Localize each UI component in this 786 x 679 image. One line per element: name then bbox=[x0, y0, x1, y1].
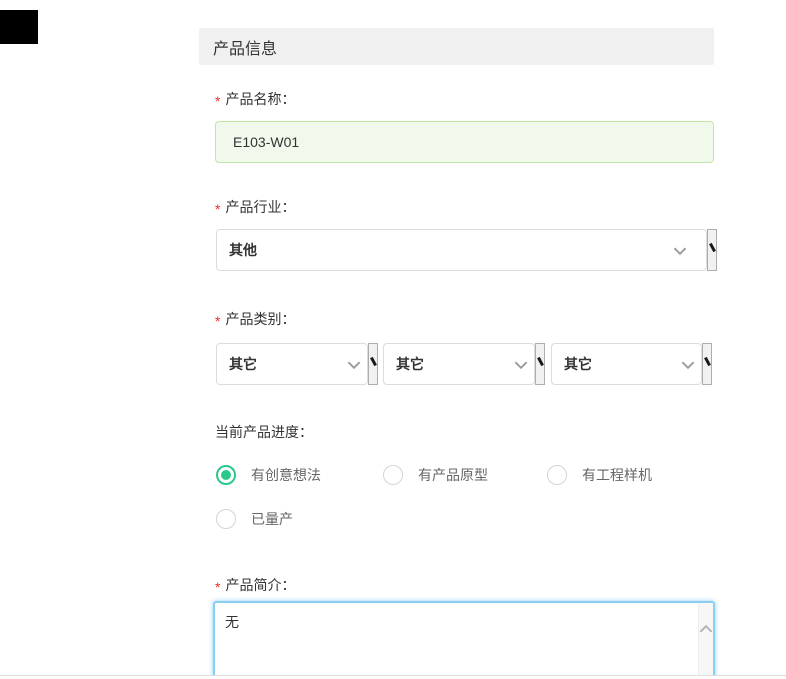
chevron-down-icon bbox=[681, 361, 695, 370]
section-header: 产品信息 bbox=[199, 28, 714, 65]
required-asterisk: * bbox=[215, 201, 221, 217]
radio-label: 有工程样机 bbox=[582, 467, 652, 483]
product-category-label: * 产品类别： bbox=[215, 311, 296, 329]
textarea-scrollbar[interactable] bbox=[698, 603, 713, 679]
chevron-up-icon[interactable] bbox=[697, 620, 715, 638]
product-info-form: 产品信息 * 产品名称： E103-W01 * 产品行业： 其他 * 产品类别：… bbox=[0, 0, 786, 679]
product-industry-value: 其他 bbox=[229, 242, 257, 258]
product-progress-label: 当前产品进度： bbox=[215, 424, 313, 440]
radio-unselected-icon[interactable] bbox=[547, 465, 567, 485]
chevron-down-icon bbox=[673, 247, 687, 256]
category-select-3-value: 其它 bbox=[564, 356, 592, 372]
corner-block bbox=[0, 10, 38, 44]
radio-unselected-icon[interactable] bbox=[216, 509, 236, 529]
radio-label: 有创意想法 bbox=[251, 467, 321, 483]
product-name-value: E103-W01 bbox=[233, 134, 300, 150]
product-intro-label-text: 产品简介： bbox=[225, 577, 296, 593]
category-select-2[interactable]: 其它 bbox=[383, 343, 535, 385]
product-intro-textarea[interactable]: 无 bbox=[213, 601, 715, 679]
product-industry-label: * 产品行业： bbox=[215, 199, 296, 217]
product-name-label-text: 产品名称： bbox=[225, 91, 296, 107]
radio-label: 已量产 bbox=[251, 511, 293, 527]
category-select-1-value: 其它 bbox=[229, 356, 257, 372]
category-select-3[interactable]: 其它 bbox=[551, 343, 702, 385]
product-intro-value: 无 bbox=[225, 614, 239, 630]
product-name-label: * 产品名称： bbox=[215, 91, 296, 109]
category-select-1-scrollbar[interactable] bbox=[368, 343, 378, 385]
required-asterisk: * bbox=[215, 93, 221, 109]
radio-unselected-icon[interactable] bbox=[383, 465, 403, 485]
radio-label: 有产品原型 bbox=[418, 467, 488, 483]
industry-select-scrollbar[interactable] bbox=[707, 229, 717, 271]
chevron-down-icon bbox=[514, 361, 528, 370]
product-category-label-text: 产品类别： bbox=[225, 311, 296, 327]
required-asterisk: * bbox=[215, 579, 221, 595]
product-industry-label-text: 产品行业： bbox=[225, 199, 296, 215]
category-select-2-value: 其它 bbox=[396, 356, 424, 372]
category-select-1[interactable]: 其它 bbox=[216, 343, 368, 385]
required-asterisk: * bbox=[215, 313, 221, 329]
product-progress-label-text: 当前产品进度： bbox=[215, 424, 313, 440]
radio-option-prototype[interactable]: 有产品原型 bbox=[383, 465, 488, 485]
radio-option-idea[interactable]: 有创意想法 bbox=[216, 465, 321, 485]
product-name-input[interactable]: E103-W01 bbox=[215, 121, 714, 163]
category-select-2-scrollbar[interactable] bbox=[535, 343, 545, 385]
chevron-down-icon bbox=[347, 361, 361, 370]
section-title: 产品信息 bbox=[213, 40, 278, 58]
category-select-3-scrollbar[interactable] bbox=[702, 343, 712, 385]
radio-option-massproduction[interactable]: 已量产 bbox=[216, 509, 293, 529]
product-intro-label: * 产品简介： bbox=[215, 577, 296, 595]
radio-option-sample[interactable]: 有工程样机 bbox=[547, 465, 652, 485]
product-industry-select[interactable]: 其他 bbox=[216, 229, 707, 271]
radio-selected-icon[interactable] bbox=[216, 465, 236, 485]
